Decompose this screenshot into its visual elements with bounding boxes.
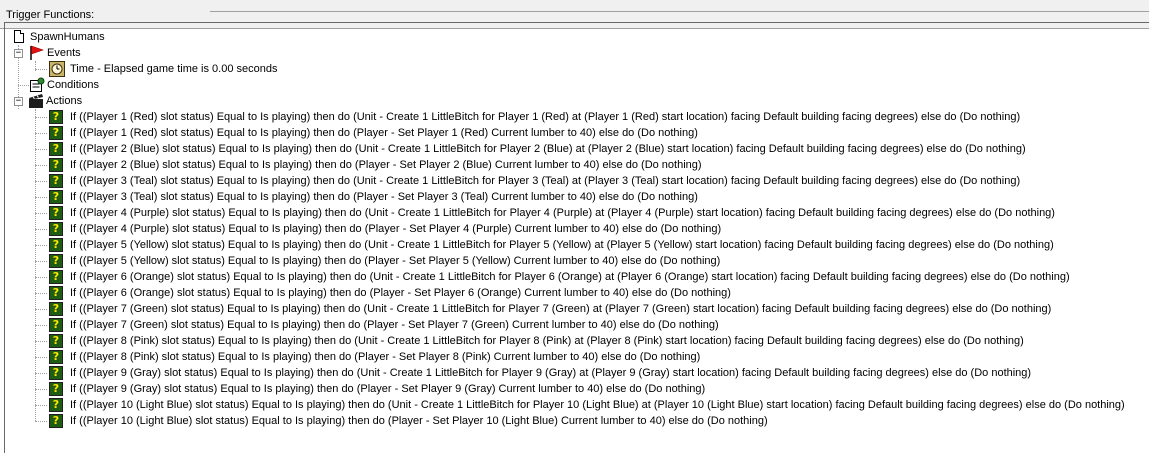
action-item-label: If ((Player 4 (Purple) slot status) Equa…: [70, 207, 1055, 219]
action-item-label: If ((Player 9 (Gray) slot status) Equal …: [70, 383, 706, 395]
action-item[interactable]: ? If ((Player 4 (Purple) slot status) Equ…: [49, 221, 1139, 237]
action-item[interactable]: ? If ((Player 2 (Blue) slot status) Equal…: [49, 141, 1139, 157]
tree-node-actions[interactable]: − Actions: [14, 93, 214, 109]
green-question-icon: ?: [49, 366, 63, 380]
event-item-label: Time - Elapsed game time is 0.00 seconds: [70, 63, 278, 75]
action-item[interactable]: ? If ((Player 10 (Light Blue) slot status…: [49, 397, 1139, 413]
green-question-icon: ?: [49, 286, 63, 300]
action-item[interactable]: ? If ((Player 7 (Green) slot status) Equa…: [49, 301, 1139, 317]
actions-label: Actions: [46, 95, 83, 107]
action-item[interactable]: ? If ((Player 4 (Purple) slot status) Equ…: [49, 205, 1139, 221]
action-item[interactable]: ? If ((Player 8 (Pink) slot status) Equal…: [49, 349, 1139, 365]
green-question-icon: ?: [49, 398, 63, 412]
action-item[interactable]: ? If ((Player 9 (Gray) slot status) Equal…: [49, 365, 1139, 381]
green-question-icon: ?: [49, 174, 63, 188]
action-item-label: If ((Player 1 (Red) slot status) Equal t…: [70, 111, 1021, 123]
tree-node-trigger[interactable]: SpawnHumans: [12, 29, 212, 45]
action-item-label: If ((Player 6 (Orange) slot status) Equa…: [70, 287, 731, 299]
green-question-icon: ?: [49, 238, 63, 252]
action-item[interactable]: ? If ((Player 1 (Red) slot status) Equal …: [49, 109, 1139, 125]
action-item[interactable]: ? If ((Player 7 (Green) slot status) Equa…: [49, 317, 1139, 333]
action-item-label: If ((Player 8 (Pink) slot status) Equal …: [70, 335, 1024, 347]
red-flag-icon: [28, 45, 44, 61]
action-item-label: If ((Player 10 (Light Blue) slot status)…: [70, 399, 1125, 411]
green-question-icon: ?: [49, 222, 63, 236]
green-question-icon: ?: [49, 270, 63, 284]
action-item[interactable]: ? If ((Player 5 (Yellow) slot status) Equ…: [49, 237, 1139, 253]
green-question-icon: ?: [49, 254, 63, 268]
green-question-icon: ?: [49, 158, 63, 172]
action-item-label: If ((Player 3 (Teal) slot status) Equal …: [70, 175, 1021, 187]
action-item-label: If ((Player 10 (Light Blue) slot status)…: [70, 415, 768, 427]
conditions-label: Conditions: [47, 79, 99, 91]
action-item[interactable]: ? If ((Player 10 (Light Blue) slot status…: [49, 413, 1139, 429]
events-label: Events: [47, 47, 81, 59]
conditions-icon: [29, 77, 45, 93]
collapse-actions-button[interactable]: −: [14, 97, 23, 106]
action-item-label: If ((Player 4 (Purple) slot status) Equa…: [70, 223, 722, 235]
green-question-icon: ?: [49, 414, 63, 428]
action-item[interactable]: ? If ((Player 2 (Blue) slot status) Equal…: [49, 157, 1139, 173]
action-item[interactable]: ? If ((Player 9 (Gray) slot status) Equal…: [49, 381, 1139, 397]
green-question-icon: ?: [49, 302, 63, 316]
action-item-label: If ((Player 6 (Orange) slot status) Equa…: [70, 271, 1070, 283]
action-item-label: If ((Player 5 (Yellow) slot status) Equa…: [70, 239, 1054, 251]
action-item-label: If ((Player 5 (Yellow) slot status) Equa…: [70, 255, 721, 267]
header-divider: [210, 11, 1149, 12]
event-item[interactable]: Time - Elapsed game time is 0.00 seconds: [49, 61, 349, 77]
trigger-functions-header: Trigger Functions:: [0, 0, 1149, 29]
action-item-label: If ((Player 2 (Blue) slot status) Equal …: [70, 159, 702, 171]
action-item-label: If ((Player 3 (Teal) slot status) Equal …: [70, 191, 698, 203]
trigger-name: SpawnHumans: [30, 31, 105, 43]
action-item-label: If ((Player 7 (Green) slot status) Equal…: [70, 319, 719, 331]
action-item-label: If ((Player 2 (Blue) slot status) Equal …: [70, 143, 1026, 155]
action-item[interactable]: ? If ((Player 6 (Orange) slot status) Equ…: [49, 269, 1139, 285]
action-item-label: If ((Player 8 (Pink) slot status) Equal …: [70, 351, 701, 363]
green-question-icon: ?: [49, 110, 63, 124]
green-question-icon: ?: [49, 206, 63, 220]
action-item[interactable]: ? If ((Player 6 (Orange) slot status) Equ…: [49, 285, 1139, 301]
panel-title: Trigger Functions:: [6, 9, 95, 21]
action-item-label: If ((Player 1 (Red) slot status) Equal t…: [70, 127, 698, 139]
document-icon: [12, 29, 28, 45]
action-item[interactable]: ? If ((Player 5 (Yellow) slot status) Equ…: [49, 253, 1139, 269]
action-item-label: If ((Player 9 (Gray) slot status) Equal …: [70, 367, 1032, 379]
green-question-icon: ?: [49, 350, 63, 364]
clapperboard-icon: [28, 93, 44, 109]
tree-node-events[interactable]: − Events: [14, 45, 214, 61]
green-question-icon: ?: [49, 190, 63, 204]
trigger-tree[interactable]: SpawnHumans − Events Time - Elapsed game…: [4, 29, 1149, 453]
green-question-icon: ?: [49, 334, 63, 348]
action-item-label: If ((Player 7 (Green) slot status) Equal…: [70, 303, 1052, 315]
clock-icon: [49, 61, 65, 77]
tree-node-conditions[interactable]: Conditions: [29, 77, 229, 93]
action-item[interactable]: ? If ((Player 8 (Pink) slot status) Equal…: [49, 333, 1139, 349]
green-question-icon: ?: [49, 318, 63, 332]
action-item[interactable]: ? If ((Player 3 (Teal) slot status) Equal…: [49, 189, 1139, 205]
collapse-events-button[interactable]: −: [14, 49, 23, 58]
action-item[interactable]: ? If ((Player 1 (Red) slot status) Equal …: [49, 125, 1139, 141]
action-item[interactable]: ? If ((Player 3 (Teal) slot status) Equal…: [49, 173, 1139, 189]
green-question-icon: ?: [49, 382, 63, 396]
green-question-icon: ?: [49, 142, 63, 156]
green-question-icon: ?: [49, 126, 63, 140]
